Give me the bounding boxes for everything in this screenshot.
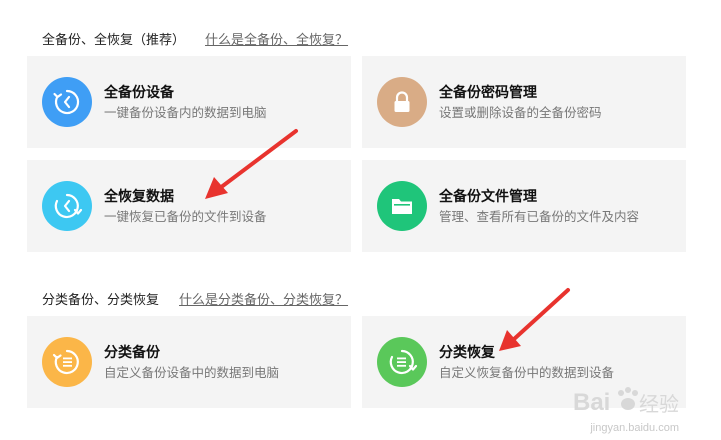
folder-icon [377, 181, 427, 231]
card-title: 分类备份 [104, 344, 160, 360]
category-backup-section-header: 分类备份、分类恢复 什么是分类备份、分类恢复？ [42, 288, 348, 308]
svg-text:Bai: Bai [573, 389, 610, 416]
backup-file-manage-card[interactable]: 全备份文件管理 管理、查看所有已备份的文件及内容 [362, 160, 686, 252]
full-restore-card[interactable]: 全恢复数据 一键恢复已备份的文件到设备 [27, 160, 351, 252]
restore-cycle-icon [42, 181, 92, 231]
category-backup-icon [42, 337, 92, 387]
watermark-url: jingyan.baidu.com [590, 422, 679, 434]
card-description: 设置或删除设备的全备份密码 [439, 106, 602, 120]
category-restore-icon [377, 337, 427, 387]
card-title: 全恢复数据 [104, 188, 174, 204]
baidu-jingyan-watermark: Bai 经验 jingyan.baidu.com [573, 382, 683, 434]
card-title: 全备份密码管理 [439, 84, 537, 100]
full-backup-section-header: 全备份、全恢复（推荐） 什么是全备份、全恢复？ [42, 28, 348, 48]
full-backup-device-card[interactable]: 全备份设备 一键备份设备内的数据到电脑 [27, 56, 351, 148]
card-description: 一键恢复已备份的文件到设备 [104, 210, 267, 224]
lock-icon [377, 77, 427, 127]
card-description: 自定义恢复备份中的数据到设备 [439, 366, 615, 380]
card-title: 分类恢复 [439, 344, 495, 360]
card-description: 一键备份设备内的数据到电脑 [104, 106, 267, 120]
card-description: 自定义备份设备中的数据到电脑 [104, 366, 280, 380]
card-title: 全备份文件管理 [439, 188, 537, 204]
card-description: 管理、查看所有已备份的文件及内容 [439, 210, 640, 224]
category-backup-help-link[interactable]: 什么是分类备份、分类恢复？ [179, 289, 348, 308]
backup-clock-icon [42, 77, 92, 127]
svg-text:经验: 经验 [639, 392, 679, 416]
card-title: 全备份设备 [104, 84, 174, 100]
baidu-paw-logo-icon: Bai 经验 [573, 387, 679, 416]
full-backup-help-link[interactable]: 什么是全备份、全恢复？ [205, 29, 348, 48]
category-backup-card[interactable]: 分类备份 自定义备份设备中的数据到电脑 [27, 316, 351, 408]
full-backup-section-title: 全备份、全恢复（推荐） [42, 31, 186, 47]
category-backup-section-title: 分类备份、分类恢复 [42, 291, 160, 307]
backup-password-card[interactable]: 全备份密码管理 设置或删除设备的全备份密码 [362, 56, 686, 148]
